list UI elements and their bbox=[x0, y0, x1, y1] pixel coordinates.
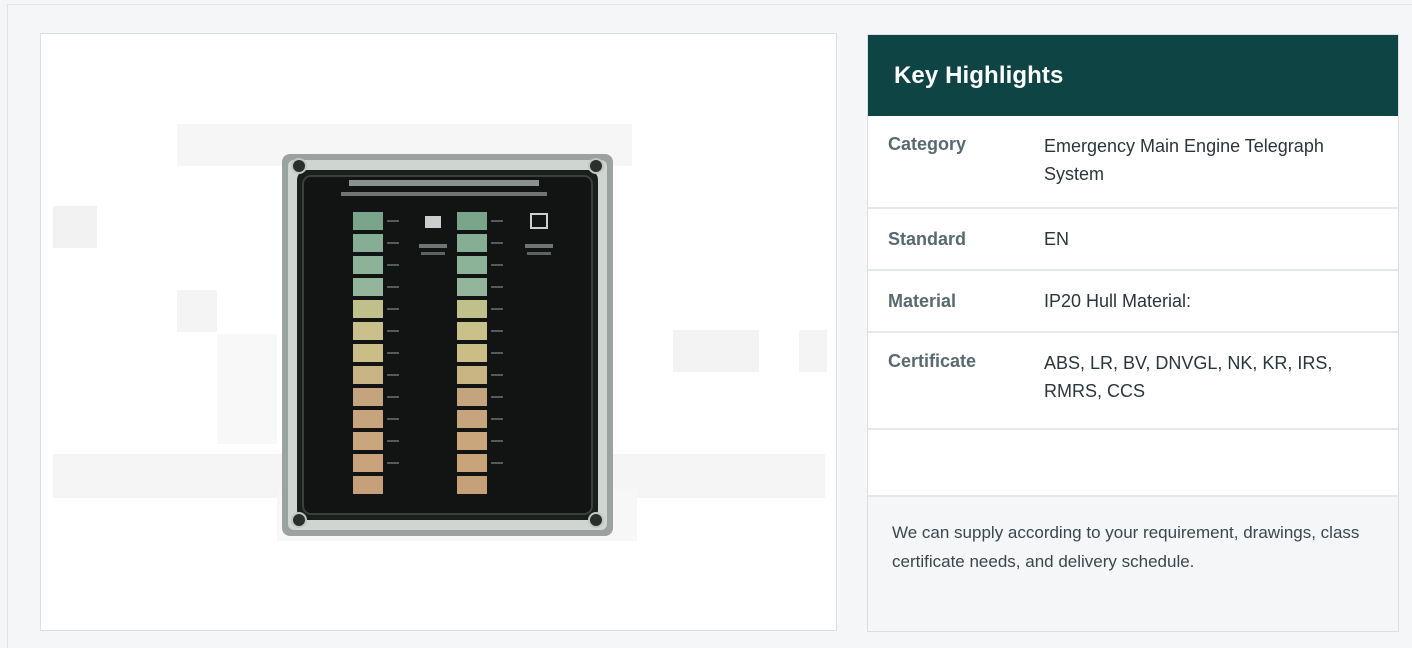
page-frame: Key Highlights Category Emergency Main E… bbox=[7, 4, 1412, 648]
highlight-row-standard: Standard EN bbox=[868, 209, 1398, 271]
highlight-value: EN bbox=[1044, 229, 1070, 249]
highlight-key: Category bbox=[888, 134, 967, 154]
highlight-value: Emergency Main Engine Telegraph System bbox=[1044, 136, 1324, 184]
highlight-row-category: Category Emergency Main Engine Telegraph… bbox=[868, 116, 1398, 209]
key-highlights-title: Key Highlights bbox=[868, 35, 1398, 116]
highlight-value: IP20 Hull Material: bbox=[1044, 291, 1192, 311]
highlight-row-empty bbox=[868, 430, 1398, 497]
highlight-key: Standard bbox=[888, 228, 967, 249]
product-image-card bbox=[40, 33, 837, 631]
highlight-value: ABS, LR, BV, DNVGL, NK, KR, IRS, RMRS, C… bbox=[1044, 353, 1333, 401]
highlight-row-certificate: Certificate ABS, LR, BV, DNVGL, NK, KR, … bbox=[868, 333, 1398, 430]
supply-note: We can supply according to your requirem… bbox=[868, 497, 1398, 631]
product-image bbox=[53, 124, 827, 541]
highlight-key: Certificate bbox=[888, 351, 977, 371]
key-highlights-panel: Key Highlights Category Emergency Main E… bbox=[867, 34, 1399, 632]
highlight-row-material: Material IP20 Hull Material: bbox=[868, 271, 1398, 333]
highlight-key: Material bbox=[888, 290, 957, 311]
